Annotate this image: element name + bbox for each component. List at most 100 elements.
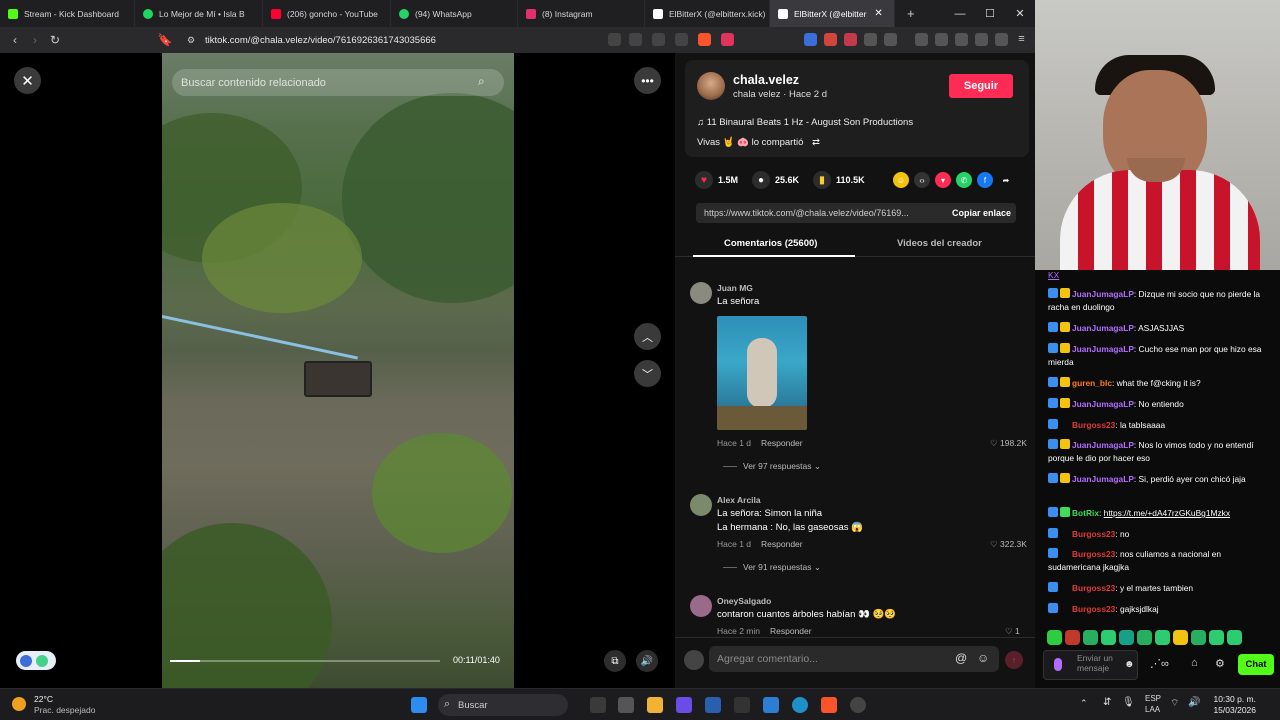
obs-icon[interactable] bbox=[850, 697, 866, 713]
view-replies-button[interactable]: Ver 91 respuestas ⌄ bbox=[723, 562, 821, 573]
tab-creator-videos[interactable]: Videos del creador bbox=[897, 238, 982, 249]
clock-date[interactable]: 15/03/2026 bbox=[1208, 705, 1256, 715]
close-window-button[interactable]: ✕ bbox=[1005, 0, 1035, 27]
store-icon[interactable]: ⌂ bbox=[1191, 657, 1198, 669]
leo-icon[interactable] bbox=[975, 33, 988, 46]
close-tab-icon[interactable]: ✕ bbox=[874, 8, 882, 19]
tab-youtube[interactable]: (206) goncho - YouTube bbox=[263, 0, 391, 27]
extension-3-icon[interactable] bbox=[844, 33, 857, 46]
copy-link-button[interactable]: Copiar enlace bbox=[952, 208, 1011, 218]
comment-user[interactable]: Alex Arcila bbox=[717, 495, 761, 505]
minimize-button[interactable]: — bbox=[945, 0, 975, 27]
comment-likes[interactable]: ♡ 1 bbox=[1005, 626, 1020, 635]
commenter-avatar[interactable] bbox=[690, 494, 712, 516]
chat-username[interactable]: Burgoss23 bbox=[1072, 583, 1115, 593]
chat-username[interactable]: JuanJumagaLP bbox=[1072, 344, 1134, 354]
chat-username[interactable]: Burgoss23 bbox=[1072, 604, 1115, 614]
emote-icon[interactable] bbox=[1119, 630, 1134, 645]
tab-whatsapp[interactable]: (94) WhatsApp bbox=[391, 0, 518, 27]
language-indicator[interactable]: ESP bbox=[1145, 694, 1161, 703]
emote-icon[interactable] bbox=[1173, 630, 1188, 645]
back-button[interactable]: ‹ bbox=[5, 30, 25, 50]
forward-button[interactable]: › bbox=[25, 30, 45, 50]
emote-icon[interactable] bbox=[1137, 630, 1152, 645]
emote-icon[interactable] bbox=[1227, 630, 1242, 645]
chat-username[interactable]: BotRix bbox=[1072, 508, 1099, 518]
video-player[interactable] bbox=[162, 53, 514, 688]
next-video-button[interactable]: ﹀ bbox=[634, 360, 661, 387]
author-handle[interactable]: chala.velez bbox=[733, 73, 799, 87]
sidebar-icon[interactable] bbox=[935, 33, 948, 46]
emote-icon[interactable] bbox=[1047, 630, 1062, 645]
coin-share-icon[interactable]: ☺ bbox=[893, 172, 909, 188]
translate-icon[interactable] bbox=[629, 33, 642, 46]
comment-image[interactable] bbox=[717, 316, 807, 430]
edge-icon[interactable] bbox=[792, 697, 808, 713]
comment-likes[interactable]: ♡ 322.3K bbox=[990, 539, 1027, 550]
app-icon-2[interactable] bbox=[676, 697, 692, 713]
facebook-share-icon[interactable]: f bbox=[977, 172, 993, 188]
volume-button[interactable]: 🔊 bbox=[636, 650, 658, 672]
vscode-icon[interactable] bbox=[763, 697, 779, 713]
chat-link[interactable]: https://t.me/+dA47rzGKuBg1Mzkx bbox=[1104, 508, 1230, 518]
brave-shield-icon[interactable] bbox=[698, 33, 711, 46]
previous-video-button[interactable]: ︿ bbox=[634, 323, 661, 350]
share-arrow-icon[interactable]: ➦ bbox=[998, 172, 1014, 188]
more-options-button[interactable]: ••• bbox=[634, 67, 661, 94]
emote-icon[interactable] bbox=[1191, 630, 1206, 645]
menu-icon[interactable]: ≡ bbox=[1015, 33, 1028, 46]
related-search-input[interactable]: Buscar contenido relacionado ⌕ bbox=[172, 69, 504, 96]
whatsapp-share-icon[interactable]: ✆ bbox=[956, 172, 972, 188]
comment-likes[interactable]: ♡ 198.2K bbox=[990, 438, 1027, 449]
mic-icon[interactable]: 🎙 bbox=[1122, 697, 1135, 708]
author-avatar[interactable] bbox=[697, 72, 725, 100]
comment-button[interactable]: ● 25.6K bbox=[752, 171, 799, 189]
video-link-box[interactable]: https://www.tiktok.com/@chala.velez/vide… bbox=[696, 203, 1016, 223]
tab-tiktok-active[interactable]: ElBitterX (@elbitter ✕ bbox=[770, 0, 895, 27]
extension-icon[interactable] bbox=[608, 33, 621, 46]
save-button[interactable]: ▮ 110.5K bbox=[813, 171, 865, 189]
weather-icon[interactable] bbox=[12, 697, 26, 711]
reply-button[interactable]: Responder bbox=[770, 626, 812, 635]
volume-icon[interactable]: 🔊 bbox=[1188, 697, 1200, 708]
terminal-icon[interactable] bbox=[734, 697, 750, 713]
network-icon[interactable]: ⇵ bbox=[1103, 697, 1111, 708]
chat-users-icon[interactable]: ⋰∞ bbox=[1150, 657, 1169, 670]
comment-user[interactable]: Juan MG bbox=[717, 283, 753, 293]
chat-message-input[interactable]: Enviar un mensaje ☻ bbox=[1043, 650, 1138, 680]
tab-tiktok-1[interactable]: ElBitterX (@elbitterx.kick) bbox=[645, 0, 770, 27]
emote-icon[interactable] bbox=[1209, 630, 1224, 645]
emote-icon[interactable] bbox=[1101, 630, 1116, 645]
send-to-friends-icon[interactable]: ▾ bbox=[935, 172, 951, 188]
emote-icon[interactable] bbox=[1065, 630, 1080, 645]
chat-username[interactable]: JuanJumagaLP bbox=[1072, 323, 1134, 333]
tab-spotify[interactable]: Lo Mejor de Mí • Isla B bbox=[135, 0, 263, 27]
brave-icon[interactable] bbox=[821, 697, 837, 713]
search-icon[interactable]: ⌕ bbox=[478, 74, 485, 89]
reply-button[interactable]: Responder bbox=[761, 539, 803, 549]
emoji-icon[interactable]: ☻ bbox=[1124, 660, 1135, 670]
windows-start-icon[interactable] bbox=[411, 697, 427, 713]
emote-icon[interactable] bbox=[1083, 630, 1098, 645]
chat-username[interactable]: Burgoss23 bbox=[1072, 549, 1115, 559]
commenter-avatar[interactable] bbox=[690, 282, 712, 304]
site-info-icon[interactable]: ⚙ bbox=[181, 30, 201, 50]
url-field[interactable]: tiktok.com/@chala.velez/video/7616926361… bbox=[205, 35, 436, 46]
extension-2-icon[interactable] bbox=[824, 33, 837, 46]
tab-kick-dashboard[interactable]: Stream - Kick Dashboard bbox=[0, 0, 135, 27]
app-icon-1[interactable] bbox=[618, 697, 634, 713]
chat-header-user[interactable]: KX bbox=[1048, 270, 1059, 280]
music-link[interactable]: ♫ 11 Binaural Beats 1 Hz - August Son Pr… bbox=[697, 117, 913, 128]
video-progress-bar[interactable] bbox=[170, 660, 440, 662]
media-icon[interactable] bbox=[915, 33, 928, 46]
brave-rewards-icon[interactable] bbox=[721, 33, 734, 46]
comment-user[interactable]: OneySalgado bbox=[717, 596, 771, 606]
comment-input[interactable]: Agregar comentario... @ ☺ bbox=[709, 646, 999, 672]
chevron-up-icon[interactable]: ⌃ bbox=[1080, 698, 1088, 709]
tab-instagram[interactable]: (8) Instagram bbox=[518, 0, 645, 27]
chat-settings-icon[interactable]: ⚙ bbox=[1215, 657, 1225, 670]
emote-icon[interactable] bbox=[1155, 630, 1170, 645]
reload-button[interactable]: ↻ bbox=[45, 30, 65, 50]
mention-icon[interactable]: @ bbox=[955, 651, 967, 665]
wifi-icon[interactable]: ⌔ bbox=[1170, 697, 1179, 710]
